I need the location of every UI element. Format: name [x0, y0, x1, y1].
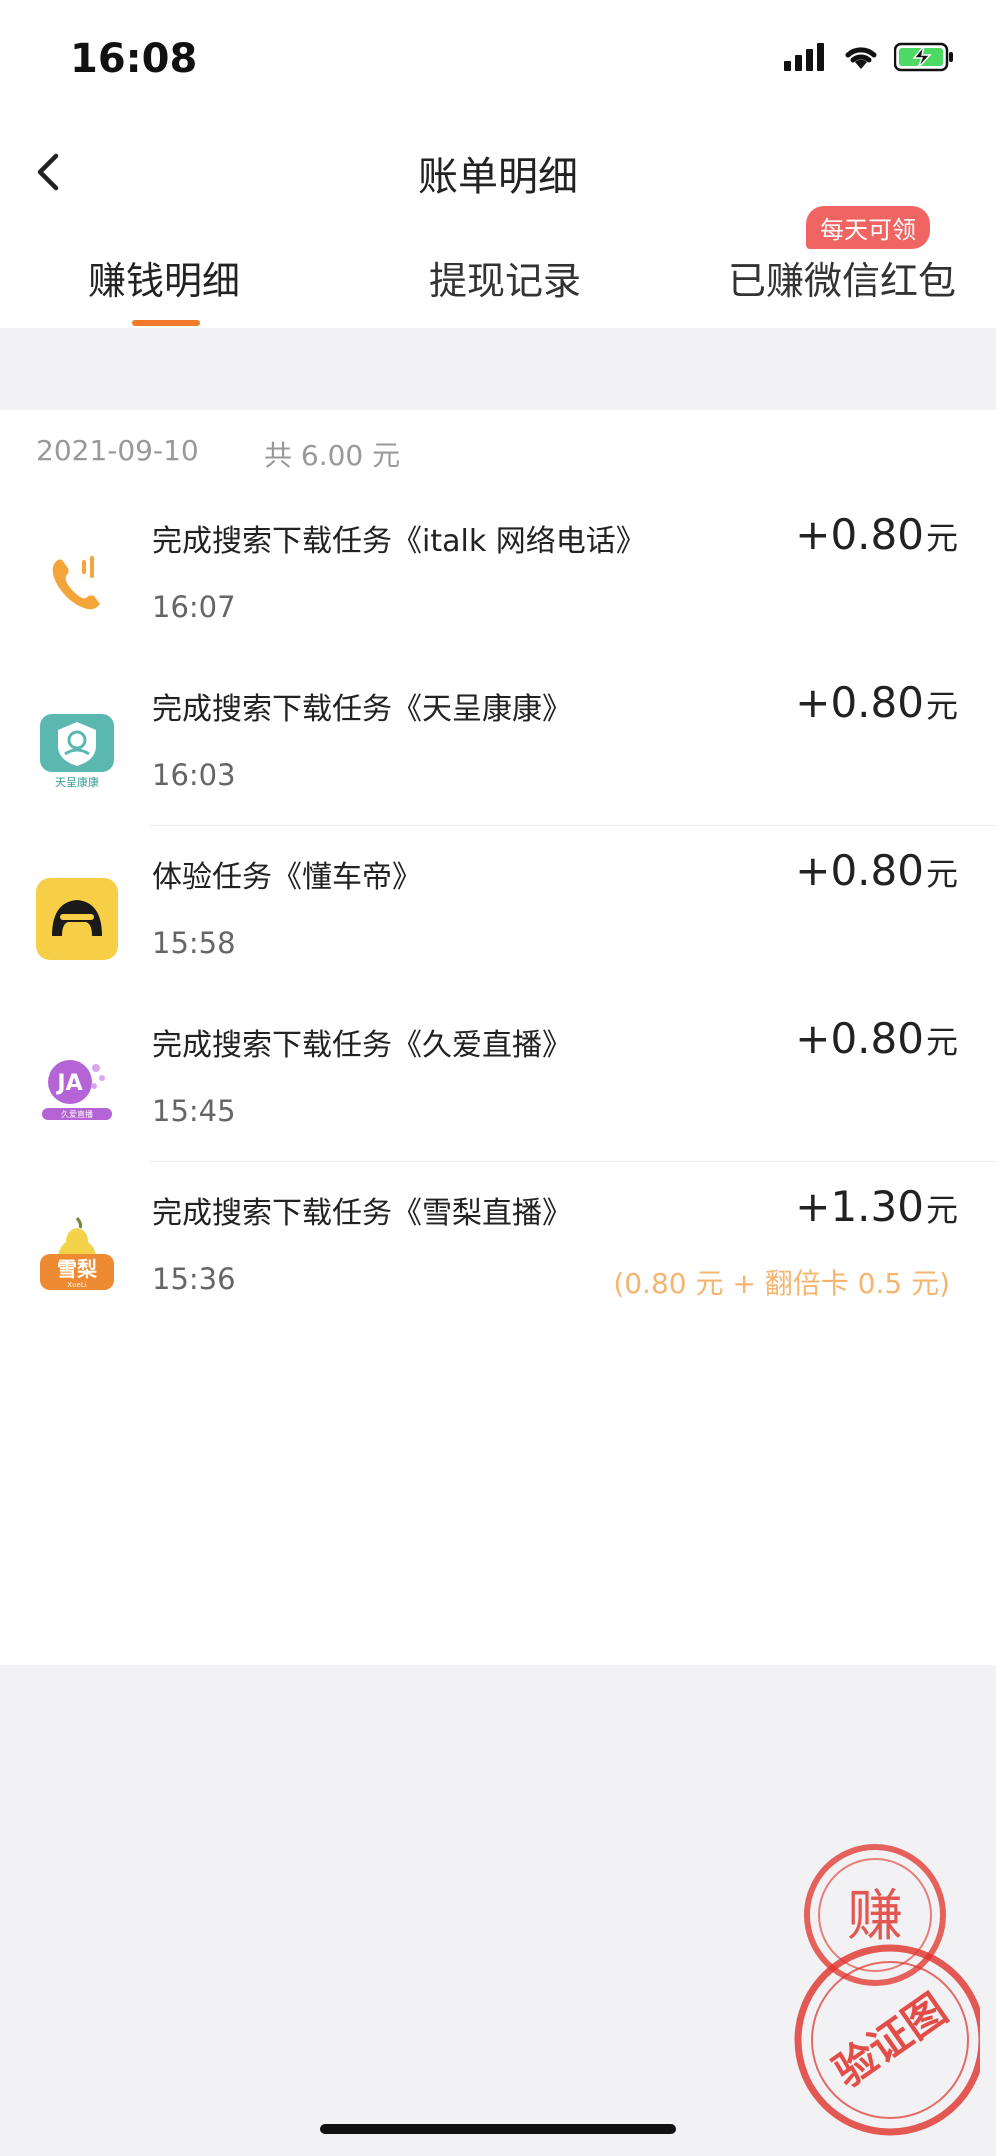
- item-bonus-note: (0.80 元 + 翻倍卡 0.5 元): [613, 1267, 950, 1300]
- health-icon-text: 天呈康康: [55, 775, 99, 789]
- amount-value: +0.80: [795, 1014, 924, 1063]
- pear-icon-text: 雪梨: [57, 1257, 98, 1281]
- verification-stamp: 赚 验证图: [780, 1840, 986, 2140]
- list-item[interactable]: 雪梨 XueLi 完成搜索下载任务《雪梨直播》 15:36 +1.30元 (0.…: [0, 1162, 996, 1330]
- item-time: 15:36: [152, 1262, 236, 1296]
- home-indicator[interactable]: [320, 2124, 676, 2134]
- amount-value: +0.80: [795, 510, 924, 559]
- tab-active-indicator: [132, 320, 200, 326]
- pear-app-icon: 雪梨 XueLi: [36, 1214, 118, 1296]
- live-icon-text: JA: [55, 1071, 82, 1096]
- group-total: 共 6.00 元: [264, 439, 401, 472]
- list-item[interactable]: 天呈康康 完成搜索下载任务《天呈康康》 16:03 +0.80元: [0, 658, 996, 826]
- stamp-top-text: 赚: [847, 1884, 903, 1949]
- wifi-icon: [845, 47, 877, 69]
- car-app-icon: [36, 878, 118, 960]
- amount-unit: 元: [925, 1023, 958, 1061]
- amount-value: +1.30: [795, 1182, 924, 1231]
- amount-unit: 元: [925, 519, 958, 557]
- status-time: 16:08: [70, 36, 198, 82]
- list-item[interactable]: 体验任务《懂车帝》 15:58 +0.80元: [0, 826, 996, 994]
- signal-icon: [784, 43, 824, 71]
- amount-unit: 元: [925, 687, 958, 725]
- tab-bar: 赚钱明细 提现记录 已赚微信红包 每天可领: [0, 206, 996, 328]
- stamp-bottom-text: 验证图: [825, 1984, 956, 2096]
- live-app-icon: JA 久爱直播: [36, 1046, 118, 1128]
- item-amount: +1.30元: [795, 1182, 958, 1231]
- live-icon-subtext: 久爱直播: [61, 1109, 93, 1119]
- amount-value: +0.80: [795, 678, 924, 727]
- item-title: 体验任务《懂车帝》: [152, 860, 422, 895]
- amount-unit: 元: [925, 1191, 958, 1229]
- pear-icon-subtext: XueLi: [67, 1281, 86, 1289]
- amount-value: +0.80: [795, 846, 924, 895]
- group-date: 2021-09-10: [36, 434, 199, 467]
- item-title: 完成搜索下载任务《italk 网络电话》: [152, 524, 646, 559]
- item-amount: +0.80元: [795, 846, 958, 895]
- health-app-icon: 天呈康康: [36, 710, 118, 792]
- status-icons: [784, 42, 956, 72]
- item-title: 完成搜索下载任务《天呈康康》: [152, 692, 572, 727]
- item-title: 完成搜索下载任务《久爱直播》: [152, 1028, 572, 1063]
- item-amount: +0.80元: [795, 510, 958, 559]
- tab-earnings[interactable]: 赚钱明细: [88, 250, 240, 305]
- item-time: 16:07: [152, 590, 236, 624]
- phone-app-icon: [36, 542, 118, 624]
- page-title: 账单明细: [418, 154, 578, 200]
- item-time: 15:45: [152, 1094, 236, 1128]
- item-amount: +0.80元: [795, 1014, 958, 1063]
- item-title: 完成搜索下载任务《雪梨直播》: [152, 1196, 572, 1231]
- tab-withdrawals[interactable]: 提现记录: [429, 250, 581, 305]
- daily-badge: 每天可领: [806, 206, 930, 249]
- list-item[interactable]: JA 久爱直播 完成搜索下载任务《久爱直播》 15:45 +0.80元: [0, 994, 996, 1162]
- item-amount: +0.80元: [795, 678, 958, 727]
- item-time: 15:58: [152, 926, 236, 960]
- battery-icon: [894, 42, 953, 72]
- status-bar: 16:08: [0, 0, 996, 120]
- nav-bar: 账单明细: [0, 120, 996, 220]
- amount-unit: 元: [925, 855, 958, 893]
- earnings-list: 2021-09-10 共 6.00 元 完成搜索下载任务《italk 网络电话》…: [0, 410, 996, 1665]
- tab-wechat-red-packets[interactable]: 已赚微信红包: [728, 250, 956, 305]
- item-time: 16:03: [152, 758, 236, 792]
- list-item[interactable]: 完成搜索下载任务《italk 网络电话》 16:07 +0.80元: [0, 490, 996, 658]
